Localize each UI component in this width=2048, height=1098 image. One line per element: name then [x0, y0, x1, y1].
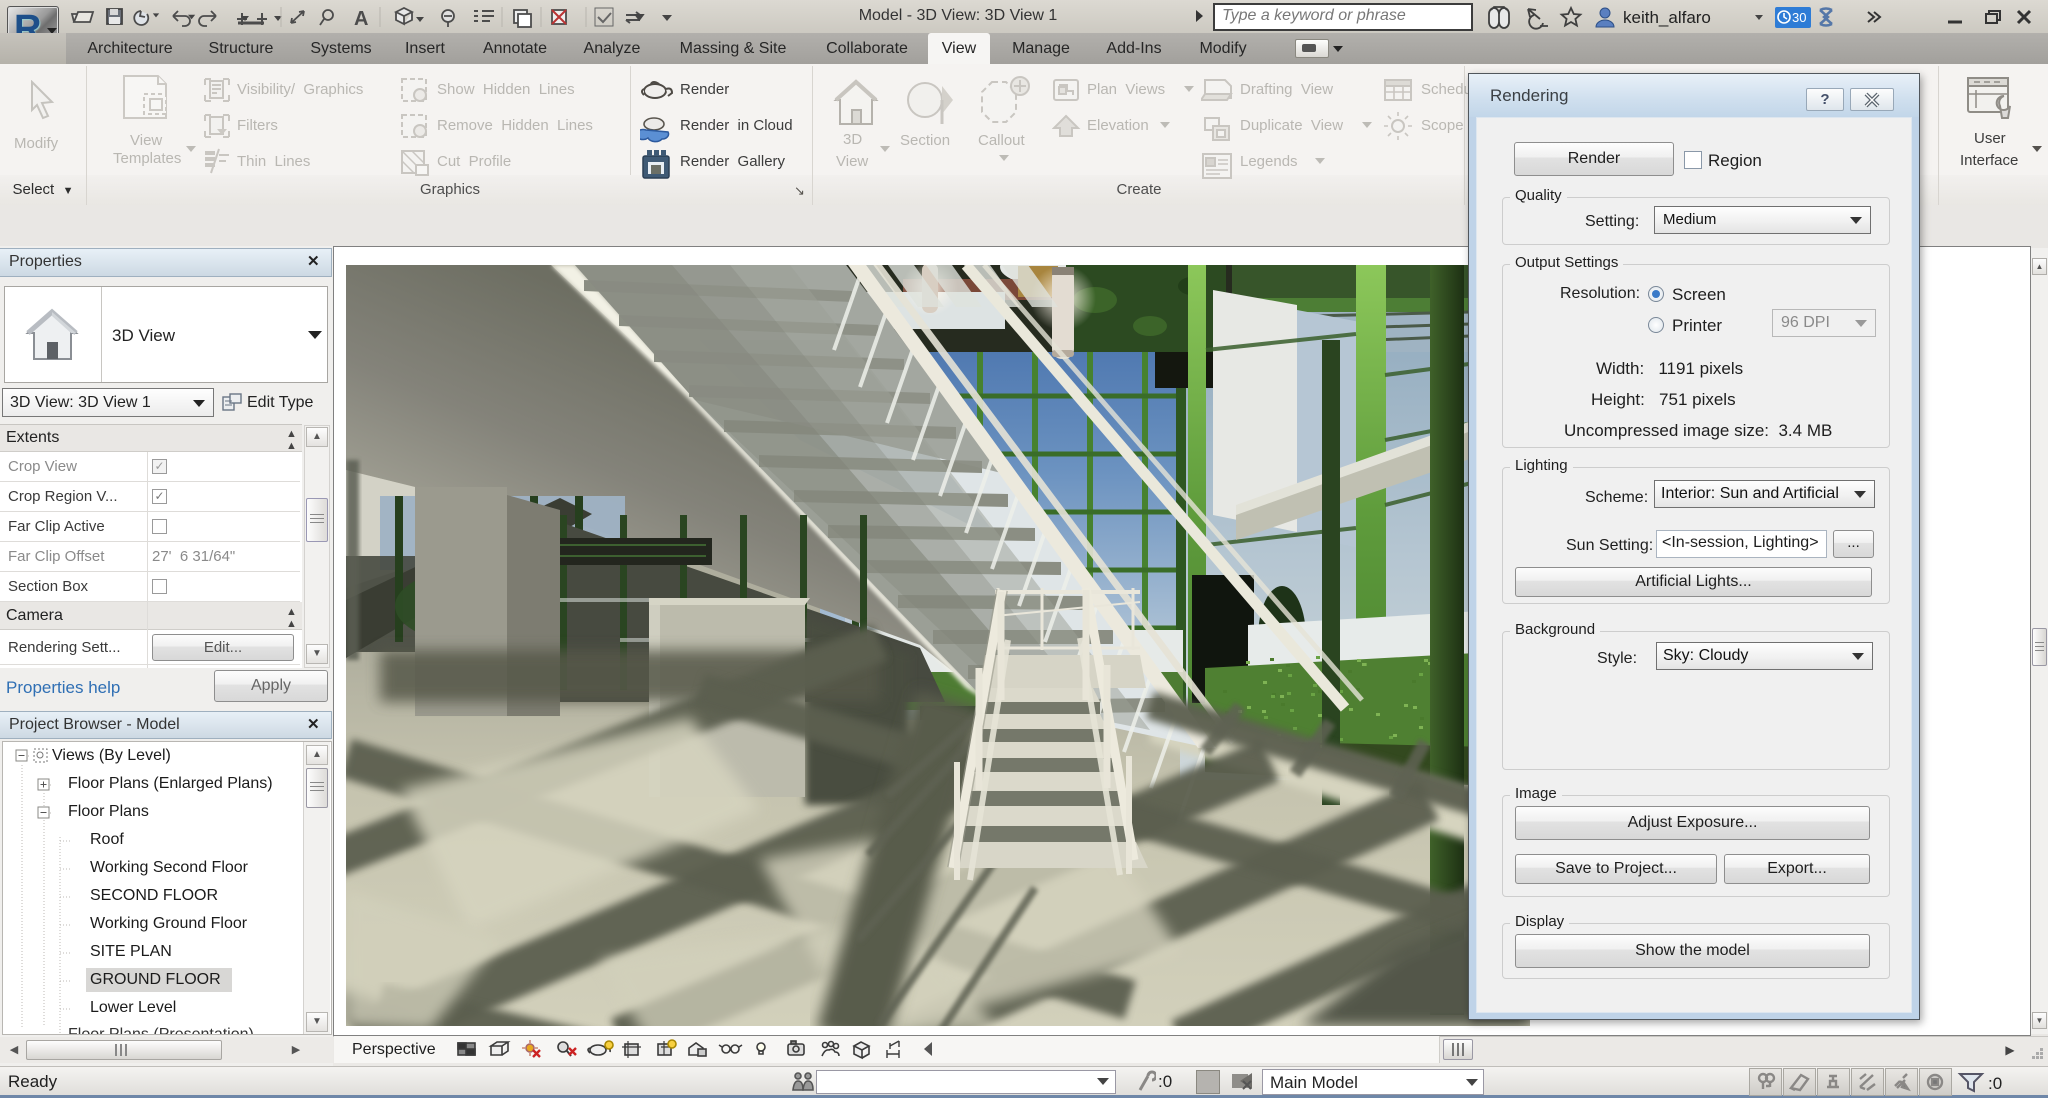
svg-text:A: A: [354, 8, 368, 30]
svg-text:30: 30: [1792, 10, 1806, 25]
svg-text:keith_alfaro: keith_alfaro: [1623, 8, 1711, 27]
